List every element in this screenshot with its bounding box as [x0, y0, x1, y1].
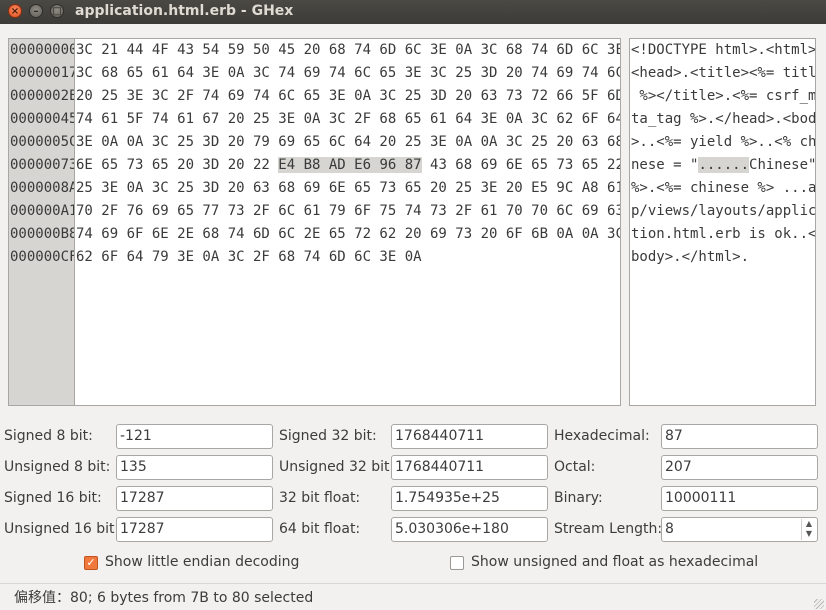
ascii-row[interactable]: %>.<%= chinese %> ...ap [631, 178, 815, 198]
hexadecimal-field[interactable]: 87 [661, 424, 818, 449]
stream-length-value: 8 [665, 521, 674, 537]
hex-row-text[interactable]: 3C 68 65 61 64 3E 0A 3C 74 69 74 6C 65 3… [76, 65, 620, 81]
hexadecimal-label: Hexadecimal: [554, 428, 650, 444]
float64-field[interactable]: 5.030306e+180 [391, 517, 548, 542]
little-endian-checkbox[interactable]: ✓ [84, 556, 98, 570]
hex-row-text[interactable]: 62 6F 64 79 3E 0A 3C 2F 68 74 6D 6C 3E 0… [76, 249, 422, 265]
window-title: application.html.erb - GHex [75, 3, 294, 19]
offset-row: 00000045 [10, 111, 74, 127]
ascii-row[interactable]: tion.html.erb is ok..</ [631, 224, 815, 244]
hex-row-text[interactable]: 70 2F 76 69 65 77 73 2F 6C 61 79 6F 75 7… [76, 203, 620, 219]
unsigned-32bit-field[interactable]: 1768440711 [391, 455, 548, 480]
float64-label: 64 bit float: [279, 521, 361, 537]
ascii-row-text[interactable]: nese = " [631, 157, 698, 173]
hex-row-text[interactable]: 25 3E 0A 3C 25 3D 20 63 68 69 6E 65 73 6… [76, 180, 620, 196]
ascii-row-text[interactable]: p/views/layouts/applica [631, 203, 815, 219]
close-window-button[interactable]: × [8, 4, 22, 18]
hex-row-text[interactable]: 3E 0A 0A 3C 25 3D 20 79 69 65 6C 64 20 2… [76, 134, 620, 150]
unsigned-hex-checkbox[interactable] [450, 556, 464, 570]
stream-length-label: Stream Length: [554, 521, 663, 537]
binary-label: Binary: [554, 490, 603, 506]
unsigned-16bit-label: Unsigned 16 bit: [4, 521, 120, 537]
ascii-row-text[interactable]: ta_tag %>.</head>.<body [631, 111, 815, 127]
binary-field[interactable]: 10000111 [661, 486, 818, 511]
hex-row[interactable]: 74 69 6F 6E 2E 68 74 6D 6C 2E 65 72 62 2… [76, 224, 620, 244]
selected-bytes[interactable]: E4 B8 AD E6 96 87 [278, 157, 422, 173]
little-endian-label[interactable]: Show little endian decoding [105, 554, 299, 570]
hex-row[interactable]: 74 61 5F 74 61 67 20 25 3E 0A 3C 2F 68 6… [76, 109, 620, 129]
hex-row-text[interactable]: 43 68 69 6E 65 73 65 22 20 [422, 157, 620, 173]
unsigned-32bit-label: Unsigned 32 bit: [279, 459, 395, 475]
offset-row: 000000B8 [10, 226, 74, 242]
unsigned-8bit-label: Unsigned 8 bit: [4, 459, 111, 475]
ascii-row[interactable]: p/views/layouts/applica [631, 201, 815, 221]
signed-8bit-field[interactable]: -121 [116, 424, 273, 449]
offset-row: 00000000 [10, 42, 74, 58]
ascii-row[interactable]: <head>.<title><%= title [631, 63, 815, 83]
hex-row[interactable]: 20 25 3E 3C 2F 74 69 74 6C 65 3E 0A 3C 2… [76, 86, 620, 106]
hex-row[interactable]: 3E 0A 0A 3C 25 3D 20 79 69 65 6C 64 20 2… [76, 132, 620, 152]
ascii-row[interactable]: nese = "......Chinese" [631, 155, 815, 175]
hex-row[interactable]: 70 2F 76 69 65 77 73 2F 6C 61 79 6F 75 7… [76, 201, 620, 221]
float32-field[interactable]: 1.754935e+25 [391, 486, 548, 511]
resize-grip-icon[interactable] [814, 599, 824, 609]
octal-field[interactable]: 207 [661, 455, 818, 480]
ascii-row-text[interactable]: >..<%= yield %>..<% chi [631, 134, 815, 150]
signed-32bit-field[interactable]: 1768440711 [391, 424, 548, 449]
offset-row: 0000005C [10, 134, 74, 150]
offset-row: 0000002E [10, 88, 74, 104]
minimize-window-button[interactable]: – [29, 4, 43, 18]
status-bar: 偏移值：80; 6 bytes from 7B to 80 selected [0, 583, 826, 610]
ascii-view[interactable]: <!DOCTYPE html>.<html>. <head>.<title><%=… [629, 38, 816, 406]
offset-column: 00000000 00000017 0000002E 00000045 0000005C… [8, 38, 74, 406]
offset-row: 00000073 [10, 157, 74, 173]
hex-row[interactable]: 62 6F 64 79 3E 0A 3C 2F 68 74 6D 6C 3E 0… [76, 247, 422, 267]
title-bar: × – □ application.html.erb - GHex [0, 0, 826, 24]
hex-row-text[interactable]: 74 69 6F 6E 2E 68 74 6D 6C 2E 65 72 62 2… [76, 226, 620, 242]
signed-32bit-label: Signed 32 bit: [279, 428, 377, 444]
hex-row-text[interactable]: 20 25 3E 3C 2F 74 69 74 6C 65 3E 0A 3C 2… [76, 88, 620, 104]
ascii-row-text[interactable]: tion.html.erb is ok..</ [631, 226, 815, 242]
hex-row[interactable]: 25 3E 0A 3C 25 3D 20 63 68 69 6E 65 73 6… [76, 178, 620, 198]
hex-row[interactable]: 6E 65 73 65 20 3D 20 22 E4 B8 AD E6 96 8… [76, 155, 620, 175]
signed-16bit-label: Signed 16 bit: [4, 490, 102, 506]
ascii-row[interactable]: <!DOCTYPE html>.<html>. [631, 40, 815, 60]
signed-8bit-label: Signed 8 bit: [4, 428, 93, 444]
spinner-arrows-icon[interactable]: ▲ ▼ [801, 519, 816, 540]
offset-row: 0000008A [10, 180, 74, 196]
octal-label: Octal: [554, 459, 596, 475]
hex-row-text[interactable]: 6E 65 73 65 20 3D 20 22 [76, 157, 278, 173]
ascii-row-text[interactable]: Chinese" [749, 157, 815, 173]
unsigned-8bit-field[interactable]: 135 [116, 455, 273, 480]
hex-view[interactable]: 3C 21 44 4F 43 54 59 50 45 20 68 74 6D 6… [74, 38, 621, 406]
ascii-row[interactable]: body>.</html>. [631, 247, 749, 267]
ascii-row-text[interactable]: body>.</html>. [631, 249, 749, 265]
hex-row-text[interactable]: 3C 21 44 4F 43 54 59 50 45 20 68 74 6D 6… [76, 42, 620, 58]
ascii-row-text[interactable]: <head>.<title><%= title [631, 65, 815, 81]
ascii-row-text[interactable]: <!DOCTYPE html>.<html>. [631, 42, 815, 58]
hex-row[interactable]: 3C 21 44 4F 43 54 59 50 45 20 68 74 6D 6… [76, 40, 620, 60]
unsigned-hex-label[interactable]: Show unsigned and float as hexadecimal [471, 554, 758, 570]
unsigned-16bit-field[interactable]: 17287 [116, 517, 273, 542]
ascii-row[interactable]: >..<%= yield %>..<% chi [631, 132, 815, 152]
status-text: 偏移值：80; 6 bytes from 7B to 80 selected [14, 590, 314, 606]
selected-bytes[interactable]: ...... [698, 157, 750, 173]
ascii-row[interactable]: ta_tag %>.</head>.<body [631, 109, 815, 129]
ascii-row[interactable]: %></title>.<%= csrf_me [631, 86, 815, 106]
ascii-row-text[interactable]: %></title>.<%= csrf_me [631, 88, 815, 104]
offset-row: 000000A1 [10, 203, 74, 219]
ghex-window: × – □ application.html.erb - GHex 000000… [0, 0, 826, 610]
ascii-row-text[interactable]: %>.<%= chinese %> ...ap [631, 180, 815, 196]
float32-label: 32 bit float: [279, 490, 361, 506]
offset-row: 000000CF [10, 249, 74, 265]
signed-16bit-field[interactable]: 17287 [116, 486, 273, 511]
hex-row[interactable]: 3C 68 65 61 64 3E 0A 3C 74 69 74 6C 65 3… [76, 63, 620, 83]
hex-row-text[interactable]: 74 61 5F 74 61 67 20 25 3E 0A 3C 2F 68 6… [76, 111, 620, 127]
offset-row: 00000017 [10, 65, 74, 81]
stream-length-spinner[interactable]: 8 ▲ ▼ [661, 517, 818, 542]
maximize-window-button[interactable]: □ [50, 4, 64, 18]
